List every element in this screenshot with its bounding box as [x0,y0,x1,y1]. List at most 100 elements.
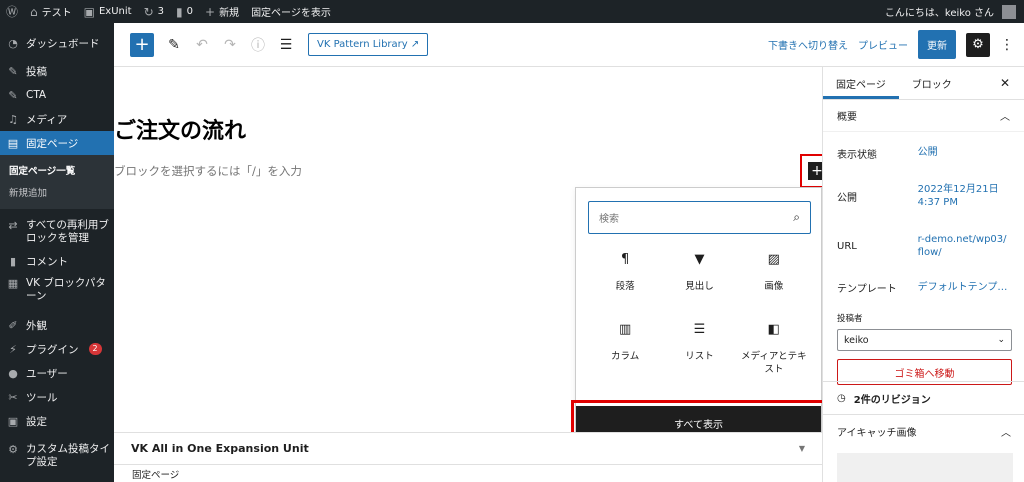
comments-link[interactable]: ▮ 0 [170,0,199,23]
menu-appearance[interactable]: ✐ 外観 [0,313,114,337]
grid-icon: ▦ [7,277,19,290]
submenu-all-pages[interactable]: 固定ページ一覧 [0,159,114,181]
updates-count: 3 [157,6,165,17]
site-name: テスト [41,8,72,19]
more-options-icon[interactable]: ⋮ [1000,37,1014,53]
comments-count: 0 [186,6,193,17]
block-media-text[interactable]: ◧ メディアとテキスト [737,322,811,376]
author-select[interactable]: keiko ⌄ [837,329,1012,351]
updates-link[interactable]: ↻ 3 [138,0,170,23]
bookmark-icon: ▼ [694,252,705,267]
visibility-value[interactable]: 公開 [918,146,1010,172]
image-icon: ▨ [767,252,780,267]
breadcrumb[interactable]: 固定ページ [132,467,179,481]
block-search-input[interactable]: 検索 ⌕ [588,201,811,234]
caret-down-icon[interactable]: ▼ [799,444,805,453]
menu-label: 設定 [26,415,47,428]
update-button[interactable]: 更新 [918,30,956,59]
plugins-update-badge: 2 [88,343,102,355]
menu-tools[interactable]: ✂ ツール [0,385,114,409]
site-name-link[interactable]: ⌂ テスト [24,0,78,23]
media-icon: ♫ [8,112,18,126]
edit-tool-icon[interactable]: ✎ [166,37,182,53]
menu-dashboard[interactable]: ◔ ダッシュボード [0,31,114,55]
chevron-down-icon: ⌄ [997,335,1005,345]
revisions-label: 2件のリビジョン [853,394,931,406]
menu-label: ツール [26,391,58,404]
tab-block[interactable]: ブロック [899,67,965,99]
metabox-title: VK All in One Expansion Unit [131,442,309,455]
vk-pattern-label: VK Pattern Library [317,39,408,50]
my-account-link[interactable]: こんにちは、keiko さん [879,0,1024,23]
block-inserter-toggle[interactable]: + [130,32,154,57]
menu-label: メディア [26,113,68,126]
visibility-row: 表示状態 公開 [823,146,1024,172]
menu-posts[interactable]: ✎ 投稿 [0,59,114,83]
menu-comments[interactable]: ▮ コメント [0,249,114,273]
columns-icon: ▥ [619,322,632,337]
history-icon: ◷ [837,392,846,404]
featured-image-section-toggle[interactable]: アイキャッチ画像 ︿ [823,415,1024,447]
menu-users[interactable]: ● ユーザー [0,361,114,385]
exunit-icon: ▣ [83,4,95,19]
url-row: URL r-demo.net/wp03/flow/ [823,220,1024,272]
revisions-link[interactable]: ◷ 2件のリビジョン [823,381,1024,415]
pin-icon: ✎ [8,88,18,102]
greeting: こんにちは、keiko さん [884,8,994,19]
publish-label: 公開 [837,192,857,204]
menu-label: CTA [26,89,47,101]
menu-label: 固定ページ [26,137,79,150]
menu-custom-post-types[interactable]: ⚙ カスタム投稿タイプ設定 [0,439,114,473]
list-view-icon[interactable]: ☰ [278,37,294,53]
block-columns[interactable]: ▥ カラム [588,322,662,376]
comment-icon: ▮ [176,4,183,19]
wordpress-logo-button[interactable]: Ⓦ [0,0,24,23]
home-icon: ⌂ [30,4,38,19]
tab-page[interactable]: 固定ページ [823,67,899,99]
submenu-add-new[interactable]: 新規追加 [0,181,114,203]
summary-section-toggle[interactable]: 概要 ︿ [823,100,1024,132]
undo-icon[interactable]: ↶ [194,37,210,53]
switch-to-draft-button[interactable]: 下書きへ切り替え [768,37,848,52]
publish-date-row: 公開 2022年12月21日 4:37 PM [823,172,1024,220]
new-content-link[interactable]: + 新規 [199,0,245,23]
settings-icon: ▣ [7,414,19,428]
close-icon[interactable]: ✕ [1000,76,1010,90]
view-page-link[interactable]: 固定ページを表示 [245,0,337,23]
publish-date-value[interactable]: 2022年12月21日 4:37 PM [918,183,1010,209]
wrench-icon: ✂ [8,390,18,404]
page-title[interactable]: ご注文の流れ [114,113,246,145]
paragraph-icon: ¶ [621,252,630,267]
info-icon[interactable]: ⓘ [250,35,266,55]
preview-button[interactable]: プレビュー [858,37,908,52]
search-placeholder: 検索 [599,214,619,225]
menu-reusable-blocks[interactable]: ⇄ すべての再利用ブロックを管理 [0,215,114,249]
block-heading[interactable]: ▼ 見出し [662,252,736,306]
block-placeholder[interactable]: ブロックを選択するには「/」を入力 [114,163,302,179]
redo-icon[interactable]: ↷ [222,37,238,53]
plus-icon: + [134,33,150,55]
menu-plugins[interactable]: ⚡ プラグイン 2 [0,337,114,361]
block-list[interactable]: ☰ リスト [662,322,736,376]
pin-icon: ✎ [8,64,18,78]
exunit-link[interactable]: ▣ ExUnit [78,0,138,23]
featured-image-placeholder[interactable] [837,453,1013,482]
vk-exunit-metabox[interactable]: VK All in One Expansion Unit ▼ [114,432,822,465]
block-image[interactable]: ▨ 画像 [737,252,811,306]
url-value[interactable]: r-demo.net/wp03/flow/ [918,233,1010,259]
block-paragraph[interactable]: ¶ 段落 [588,252,662,306]
menu-cta[interactable]: ✎ CTA [0,83,114,107]
menu-pages[interactable]: ▤ 固定ページ [0,131,114,155]
exunit-label: ExUnit [98,6,132,17]
author-value: keiko [844,334,869,346]
vk-pattern-library-button[interactable]: VK Pattern Library ↗ [308,33,429,56]
menu-vk-block-patterns[interactable]: ▦ VK ブロックパターン [0,273,114,307]
template-value[interactable]: デフォルトテンプ… [918,281,1010,294]
menu-label: VK ブロックパターン [26,277,106,302]
admin-sidebar: ◔ ダッシュボード ✎ 投稿 ✎ CTA ♫ メディア ▤ 固定ページ 固定ペー… [0,23,114,482]
menu-label: コメント [26,255,68,268]
settings-toggle[interactable]: ⚙ [966,32,990,57]
menu-settings[interactable]: ▣ 設定 [0,409,114,433]
menu-media[interactable]: ♫ メディア [0,107,114,131]
menu-label: ダッシュボード [26,37,100,50]
